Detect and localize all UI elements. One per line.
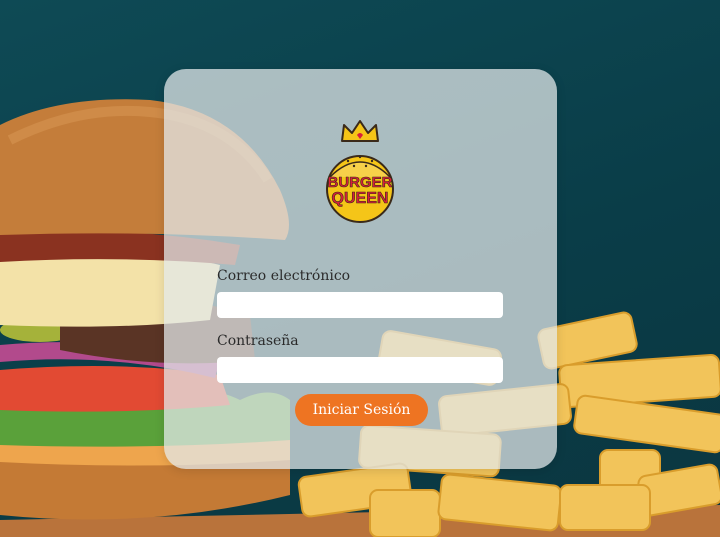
svg-text:QUEEN: QUEEN (332, 190, 389, 207)
password-label: Contraseña (217, 333, 299, 349)
login-card: BURGER QUEEN Correo electrónico Contrase… (164, 69, 557, 469)
crown-icon (341, 120, 379, 142)
login-submit-button[interactable]: Iniciar Sesión (295, 394, 428, 426)
password-field[interactable] (217, 357, 503, 383)
email-label: Correo electrónico (217, 268, 351, 284)
burger-queen-logo: BURGER QUEEN (324, 119, 396, 229)
email-field[interactable] (217, 292, 503, 318)
svg-text:BURGER: BURGER (327, 174, 392, 191)
